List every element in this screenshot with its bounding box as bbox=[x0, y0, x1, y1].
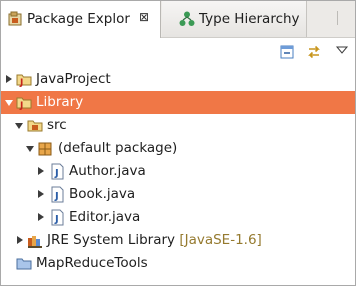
svg-text:J: J bbox=[54, 214, 59, 225]
expand-icon[interactable] bbox=[38, 167, 44, 175]
tree-item-label: (default package) bbox=[58, 140, 178, 156]
expand-icon[interactable] bbox=[38, 190, 44, 198]
tree-item-book-java[interactable]: J Book.java bbox=[1, 183, 355, 206]
tab-label: Package Explor bbox=[27, 11, 130, 27]
tree-item-label: src bbox=[47, 117, 67, 133]
package-icon bbox=[38, 142, 52, 156]
tree-item-default-package[interactable]: (default package) bbox=[1, 137, 355, 160]
expand-icon[interactable] bbox=[17, 236, 23, 244]
svg-text:J: J bbox=[54, 168, 59, 179]
library-version-decoration: [JavaSE-1.6] bbox=[179, 232, 262, 248]
tab-label: Type Hierarchy bbox=[199, 11, 300, 27]
java-file-icon: J bbox=[51, 186, 64, 203]
svg-text:J: J bbox=[19, 78, 23, 88]
tree-item-label: Editor.java bbox=[69, 209, 141, 225]
type-hierarchy-icon bbox=[179, 11, 195, 26]
java-project-icon: J bbox=[16, 74, 32, 88]
collapse-icon[interactable] bbox=[5, 100, 13, 106]
expand-icon[interactable] bbox=[38, 213, 44, 221]
library-icon bbox=[28, 236, 42, 248]
tab-strip-filler bbox=[307, 1, 355, 37]
tree-item-author-java[interactable]: J Author.java bbox=[1, 160, 355, 183]
expand-icon[interactable] bbox=[6, 75, 12, 83]
close-icon[interactable]: ⊠ bbox=[139, 10, 149, 24]
view-toolbar bbox=[1, 38, 355, 64]
tree-item-label: Book.java bbox=[69, 186, 136, 202]
tree-item-label: Author.java bbox=[69, 163, 146, 179]
tab-type-hierarchy[interactable]: Type Hierarchy bbox=[162, 1, 307, 37]
tree-item-label: JavaProject bbox=[36, 71, 111, 87]
view-tab-strip: Package Explor ⊠ Type Hierarchy bbox=[1, 1, 355, 38]
package-explorer-icon bbox=[8, 11, 22, 26]
link-with-editor-icon[interactable] bbox=[306, 44, 322, 60]
java-file-icon: J bbox=[51, 209, 64, 226]
java-file-icon: J bbox=[51, 163, 64, 180]
tree-item-javaproject[interactable]: J JavaProject bbox=[1, 68, 355, 91]
collapse-icon[interactable] bbox=[26, 146, 34, 152]
svg-text:J: J bbox=[54, 191, 59, 202]
tree-item-editor-java[interactable]: J Editor.java bbox=[1, 206, 355, 229]
tree-item-src[interactable]: src bbox=[1, 114, 355, 137]
package-explorer-view: Package Explor ⊠ Type Hierarchy J JavaPr… bbox=[0, 0, 356, 286]
tree-item-jre-system-library[interactable]: JRE System Library [JavaSE-1.6] bbox=[1, 229, 355, 252]
collapse-all-icon[interactable] bbox=[279, 44, 295, 60]
tree-item-label: Library bbox=[36, 94, 84, 110]
tab-package-explorer[interactable]: Package Explor ⊠ bbox=[1, 1, 161, 38]
view-menu-icon[interactable] bbox=[334, 42, 350, 58]
tree-item-label: MapReduceTools bbox=[36, 255, 148, 271]
tree-item-label: JRE System Library [JavaSE-1.6] bbox=[47, 232, 262, 248]
source-folder-icon bbox=[27, 120, 43, 132]
tree-item-library[interactable]: J Library bbox=[1, 91, 355, 114]
java-project-icon: J bbox=[16, 97, 32, 111]
svg-text:J: J bbox=[19, 101, 23, 111]
folder-icon bbox=[16, 258, 32, 270]
tree-item-mapreducetools[interactable]: MapReduceTools bbox=[1, 252, 355, 275]
divider bbox=[337, 11, 338, 25]
library-name: JRE System Library bbox=[47, 232, 176, 248]
collapse-icon[interactable] bbox=[15, 123, 23, 129]
